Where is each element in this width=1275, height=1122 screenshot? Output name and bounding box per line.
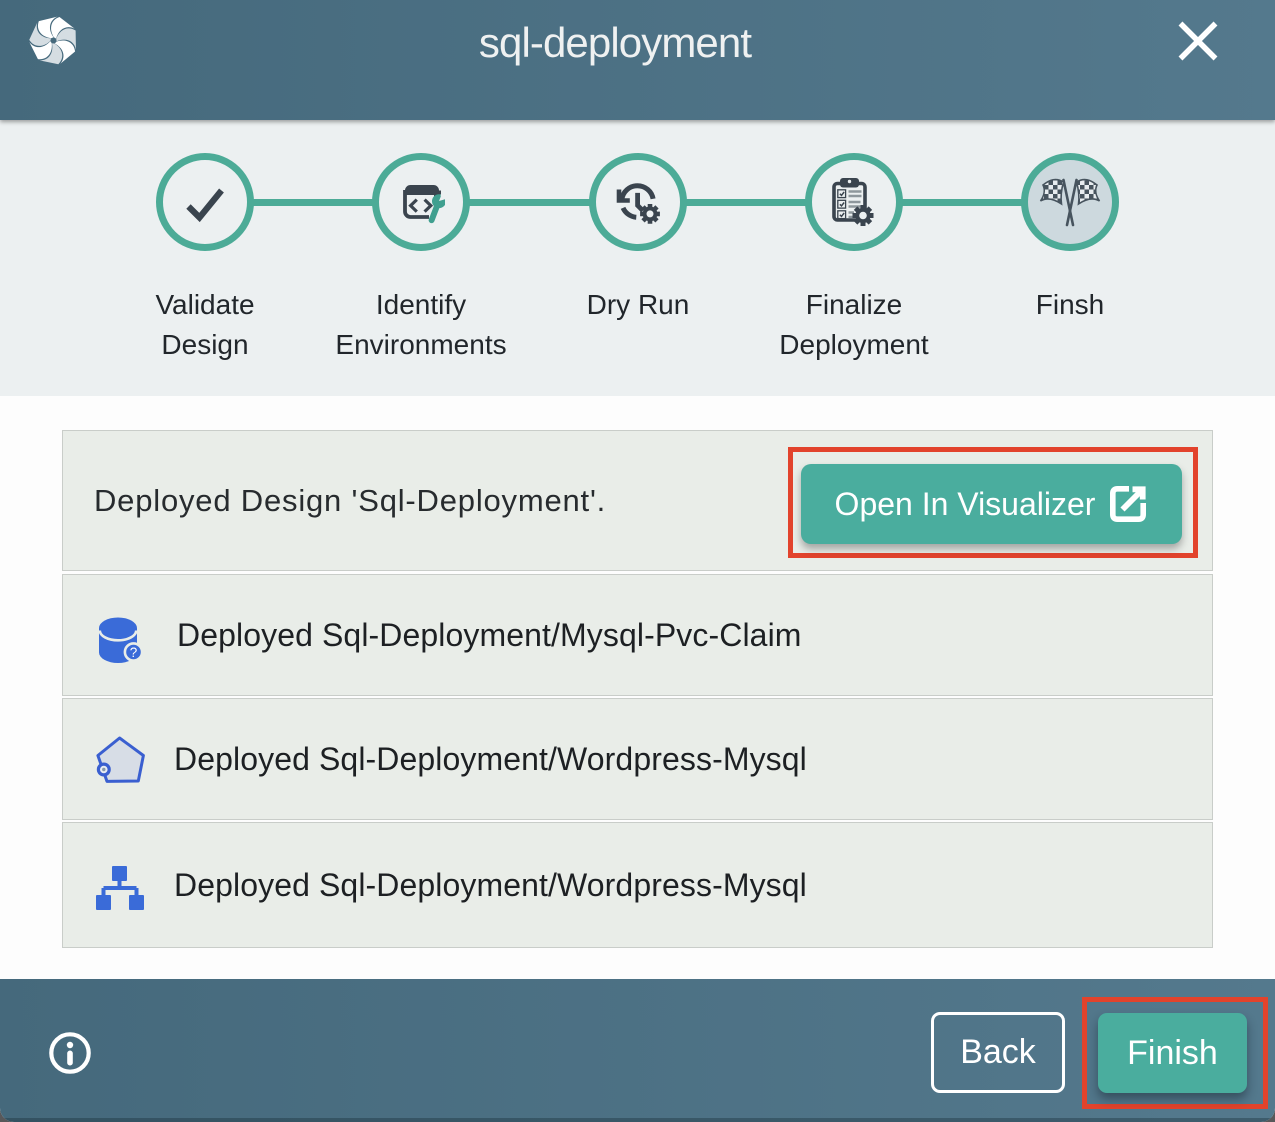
svg-text:?: ?	[130, 645, 138, 660]
